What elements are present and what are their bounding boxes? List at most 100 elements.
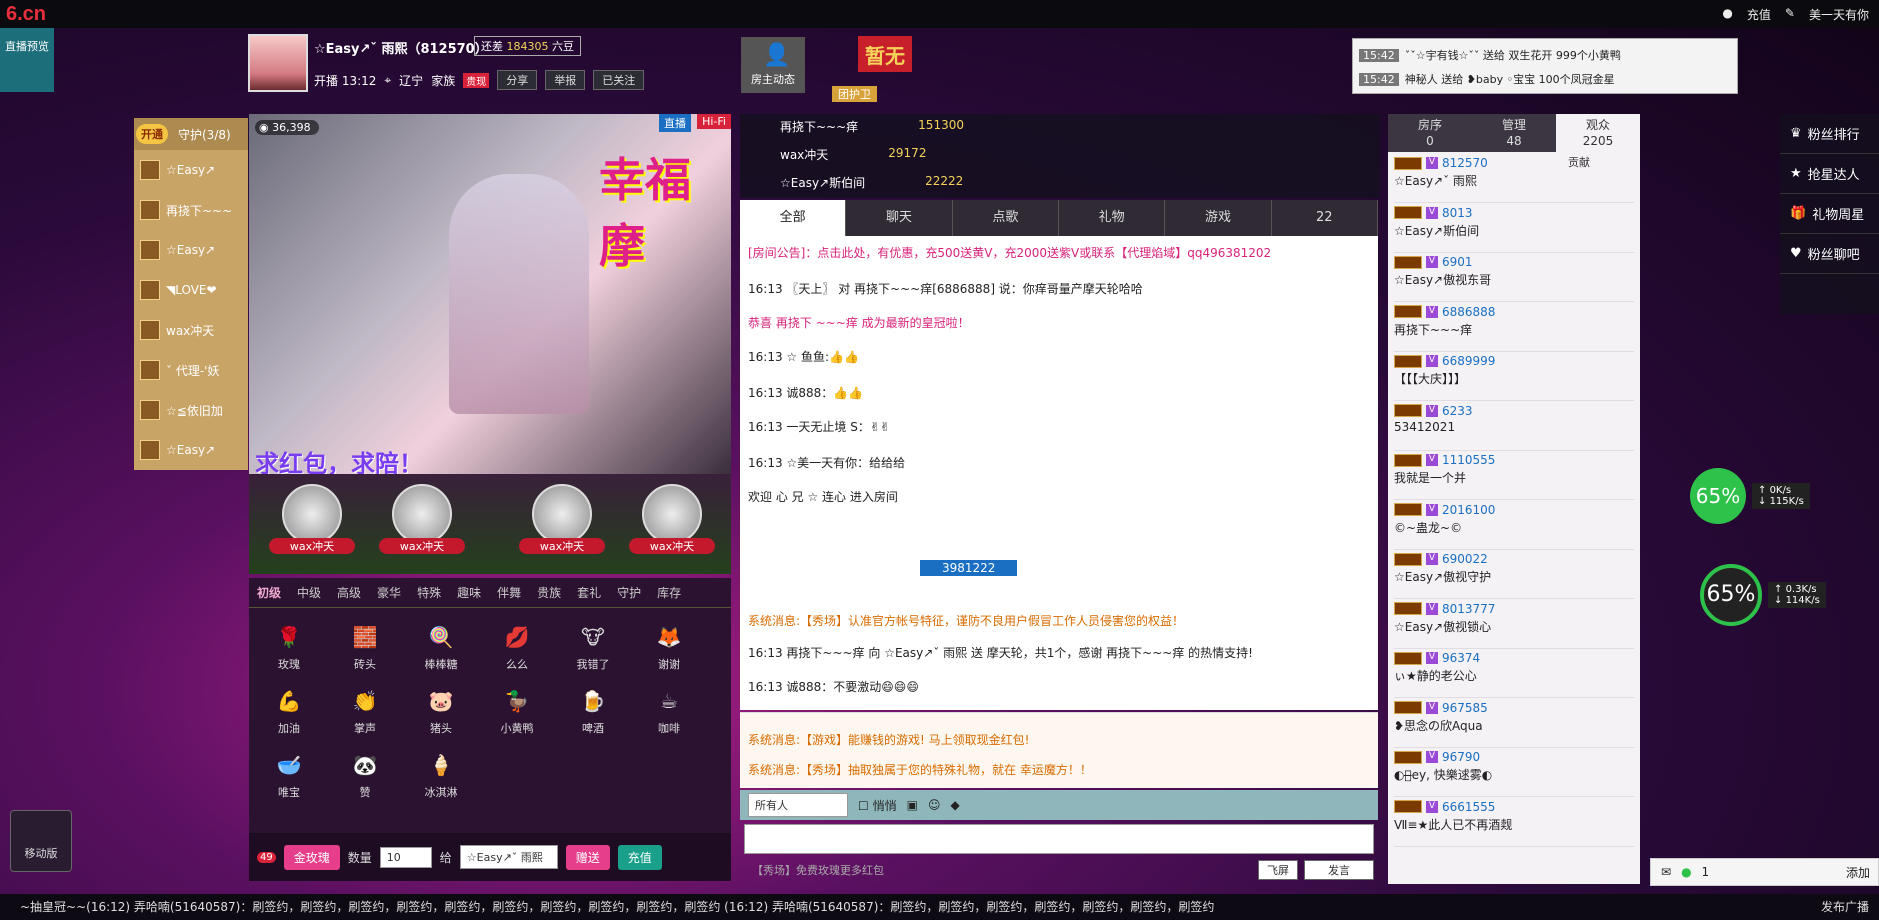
gift-item[interactable]: ☕ 咖啡 <box>631 686 707 736</box>
gift-item[interactable]: 🌹 玫瑰 <box>251 622 327 672</box>
bag-badge[interactable]: 49 <box>257 851 276 863</box>
guard-item[interactable]: ☆≦依旧加 <box>134 390 248 430</box>
site-logo[interactable]: 6.cn <box>6 3 46 26</box>
emoji-icon[interactable]: ☺ <box>928 798 941 812</box>
gift-select[interactable]: 金玫瑰 <box>283 844 340 870</box>
chat-tab[interactable]: 点歌 <box>953 200 1059 236</box>
gift-week-link[interactable]: 🎁 礼物周星 <box>1780 194 1879 234</box>
gift-tab[interactable]: 中级 <box>297 584 321 601</box>
chat-tab[interactable]: 礼物 <box>1059 200 1166 236</box>
fan-row[interactable]: 再挠下~~~痒 151300 <box>780 118 964 135</box>
hifi-tag[interactable]: Hi-Fi <box>697 114 731 129</box>
audience-item[interactable]: V 6886888 再挠下~~~痒 <box>1394 303 1634 352</box>
gift-item[interactable]: 🐼 赞 <box>327 750 403 800</box>
gift-tab[interactable]: 贵族 <box>537 584 561 601</box>
chat-tab[interactable]: 游戏 <box>1165 200 1272 236</box>
seat[interactable]: wax冲天 <box>269 484 355 554</box>
audience-item[interactable]: V 967585 ❥思念の欣Aqua <box>1394 699 1634 748</box>
fan-chat-link[interactable]: ♥ 粉丝聊吧 <box>1780 234 1879 274</box>
fly-screen-button[interactable]: 飞屏 <box>1258 860 1298 880</box>
fan-row[interactable]: ☆Easy↗斯伯间 22222 <box>780 174 963 191</box>
tab-admin[interactable]: 管理 48 <box>1472 114 1556 152</box>
chat-tab[interactable]: 聊天 <box>846 200 953 236</box>
mail-icon[interactable]: ✉ <box>1661 865 1671 879</box>
tab-audience[interactable]: 观众 2205 <box>1556 114 1640 152</box>
post-broadcast-button[interactable]: 发布广播 <box>1812 894 1869 920</box>
recharge-link[interactable]: 充值 <box>1747 6 1771 23</box>
promo-tip[interactable]: 【秀场】免费玫瑰更多红包 <box>752 862 884 878</box>
family-badge[interactable]: 贵现 <box>463 72 490 88</box>
fan-row[interactable]: wax冲天 29172 <box>780 146 926 163</box>
mobile-version-button[interactable]: 移动版 <box>10 810 72 872</box>
seat[interactable]: wax冲天 <box>379 484 465 554</box>
guard-item[interactable]: 再挠下~~~ <box>134 190 248 230</box>
seat[interactable]: wax冲天 <box>519 484 605 554</box>
audience-item[interactable]: V 6233 53412021 <box>1394 402 1634 451</box>
tab-queue[interactable]: 房序 0 <box>1388 114 1472 152</box>
gift-tab[interactable]: 趣味 <box>457 584 481 601</box>
guard-item[interactable]: wax冲天 <box>134 310 248 350</box>
guard-item[interactable]: ˇ 代理-'妖 <box>134 350 248 390</box>
qty-input[interactable]: 10 <box>379 846 432 868</box>
guard-item[interactable]: ☆Easy↗ <box>134 430 248 470</box>
gift-tab[interactable]: 初级 <box>257 584 281 601</box>
chat-input[interactable] <box>744 824 1374 854</box>
gift-tab[interactable]: 高级 <box>337 584 361 601</box>
host-avatar[interactable] <box>248 34 308 92</box>
open-guard-button[interactable]: 开通 <box>136 124 168 144</box>
audience-item[interactable]: V 6661555 Ⅶ≡★此人已不再酒觌 <box>1394 798 1634 847</box>
gift-item[interactable]: 🦊 谢谢 <box>631 622 707 672</box>
video-player[interactable]: ◉ 36,398 直播 Hi-Fi 幸福摩 求红包，求陪！ <box>249 114 731 478</box>
vip-icon[interactable]: ◆ <box>950 798 959 812</box>
gift-tab[interactable]: 豪华 <box>377 584 401 601</box>
audience-item[interactable]: V 96374 ぃ★静的老公心 <box>1394 649 1634 698</box>
followed-button[interactable]: 已关注 <box>593 70 645 90</box>
whisper-checkbox[interactable]: ☐ 悄悄 <box>858 797 897 814</box>
gift-item[interactable]: 🦆 小黄鸭 <box>479 686 555 736</box>
audience-item[interactable]: V 812570 ☆Easy↗ˇ 雨熙 <box>1394 154 1634 203</box>
audience-item[interactable]: V 6689999 【【【大庆】】】 <box>1394 352 1634 401</box>
edit-icon[interactable]: ✎ <box>1785 6 1795 23</box>
host-dynamics-button[interactable]: 👤 房主动态 <box>741 37 805 93</box>
give-button[interactable]: 赠送 <box>565 844 610 870</box>
recharge-button[interactable]: 充值 <box>617 844 662 870</box>
gift-item[interactable]: 💋 么么 <box>479 622 555 672</box>
gift-tab[interactable]: 库存 <box>657 584 681 601</box>
gift-item[interactable]: 🐮 我错了 <box>555 622 631 672</box>
guard-item[interactable]: ◥LOVE❤ <box>134 270 248 310</box>
chat-target-select[interactable]: 所有人 <box>748 793 848 817</box>
share-button[interactable]: 分享 <box>497 70 538 90</box>
gift-item[interactable]: 🍭 棒棒糖 <box>403 622 479 672</box>
gift-item[interactable]: 🍦 冰淇淋 <box>403 750 479 800</box>
report-button[interactable]: 举报 <box>545 70 586 90</box>
gift-tab[interactable]: 伴舞 <box>497 584 521 601</box>
guard-item[interactable]: ☆Easy↗ <box>134 230 248 270</box>
live-preview-nav[interactable]: 直播预览 <box>0 28 54 92</box>
fan-rank-link[interactable]: ♛ 粉丝排行 <box>1780 114 1879 154</box>
gift-item[interactable]: 🧱 砖头 <box>327 622 403 672</box>
audience-item[interactable]: V 8013 ☆Easy↗斯伯间 <box>1394 204 1634 253</box>
audience-item[interactable]: V 1110555 我就是一个并 <box>1394 451 1634 500</box>
target-select[interactable]: ☆Easy↗ˇ 雨熙 <box>459 845 558 869</box>
gift-item[interactable]: 🐷 猪头 <box>403 686 479 736</box>
audience-item[interactable]: V 6901 ☆Easy↗傲视东哥 <box>1394 253 1634 302</box>
gift-item[interactable]: 👏 掌声 <box>327 686 403 736</box>
add-friend-button[interactable]: 添加 <box>1846 864 1870 881</box>
audience-item[interactable]: V 2016100 ©~蛊龙~© <box>1394 501 1634 550</box>
seat[interactable]: wax冲天 <box>629 484 715 554</box>
coin-icon[interactable]: ● <box>1722 6 1732 23</box>
gift-item[interactable]: 🍺 啤酒 <box>555 686 631 736</box>
chat-tab[interactable]: 22 <box>1272 200 1378 236</box>
guard-item[interactable]: ☆Easy↗ <box>134 150 248 190</box>
gift-item[interactable]: 🥣 唯宝 <box>251 750 327 800</box>
image-icon[interactable]: ▣ <box>907 798 918 812</box>
gift-tab[interactable]: 特殊 <box>417 584 441 601</box>
gift-tab[interactable]: 套礼 <box>577 584 601 601</box>
user-menu[interactable]: 美一天有你 <box>1809 6 1869 23</box>
gift-tab[interactable]: 守护 <box>617 584 641 601</box>
send-message-button[interactable]: 发言 <box>1304 860 1374 880</box>
audience-item[interactable]: V 690022 ☆Easy↗傲视守护 <box>1394 550 1634 599</box>
star-rank-link[interactable]: ★ 抢星达人 <box>1780 154 1879 194</box>
chat-tab[interactable]: 全部 <box>740 200 847 236</box>
audience-item[interactable]: V 8013777 ☆Easy↗傲视锁心 <box>1394 600 1634 649</box>
